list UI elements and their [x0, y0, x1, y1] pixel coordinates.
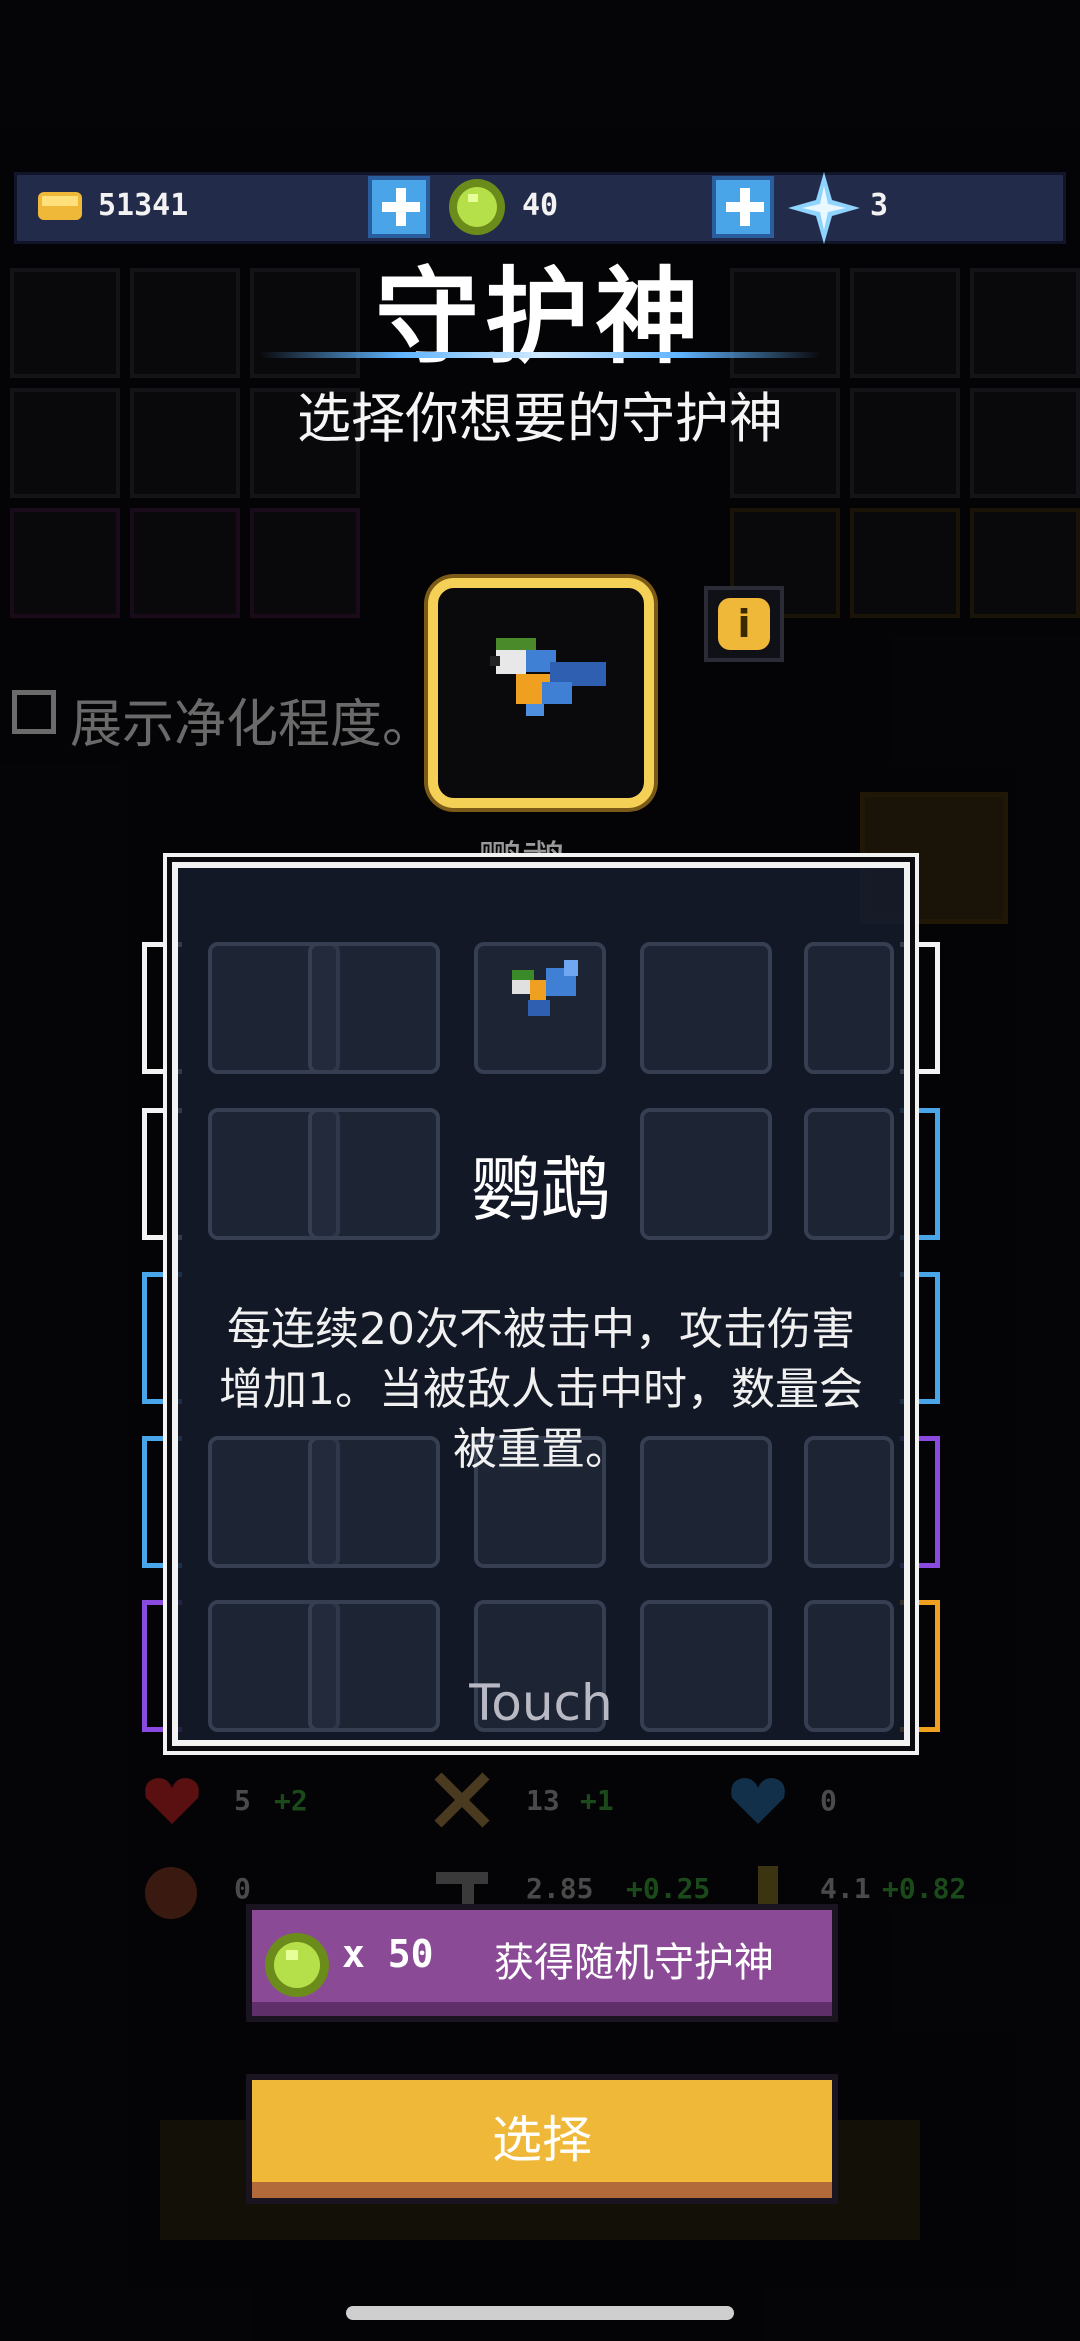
random-cost-label: x 50 — [342, 1932, 434, 1976]
page-title: 守护神 — [374, 256, 705, 378]
page-subtitle: 选择你想要的守护神 — [297, 387, 783, 450]
show-purify-checkbox[interactable] — [12, 690, 56, 734]
stat-health-value: 5 — [234, 1784, 251, 1817]
coin-count: 51341 — [98, 188, 189, 223]
pet-info-button[interactable]: i — [704, 586, 784, 662]
modal-pet-description: 每连续20次不被击中，攻击伤害增加1。当被敌人击中时，数量会被重置。 — [219, 1304, 863, 1475]
home-indicator[interactable] — [346, 2306, 734, 2320]
stat-health-bonus: +2 — [274, 1784, 308, 1817]
choose-button-label: 选择 — [492, 2111, 592, 2169]
random-guardian-label: 获得随机守护神 — [494, 1940, 774, 1986]
pet-slot — [308, 942, 440, 1074]
show-purify-label: 展示净化程度。 — [70, 695, 435, 755]
parrot-small-icon — [512, 960, 578, 1016]
selected-pet-name: 鹦鹉 — [478, 826, 566, 856]
touch-hint: Touch — [469, 1674, 613, 1732]
add-coins-button[interactable] — [368, 176, 430, 238]
swords-icon — [434, 1772, 490, 1828]
add-gems-button[interactable] — [712, 176, 774, 238]
stat-armor-value: 0 — [820, 1784, 837, 1817]
shield-icon — [145, 1867, 197, 1919]
modal-pet-name: 鹦鹉 — [471, 1149, 611, 1231]
pet-slot — [640, 942, 772, 1074]
stat-crit-bonus: +0.82 — [882, 1872, 967, 1905]
title-underline — [260, 352, 820, 358]
gem-icon — [449, 179, 505, 235]
stat-speed-value: 2.85 — [526, 1872, 594, 1905]
stat-attack-value: 13 — [526, 1784, 560, 1817]
stat-speed-bonus: +0.25 — [626, 1872, 711, 1905]
stat-attack-bonus: +1 — [580, 1784, 614, 1817]
armor-heart-icon — [731, 1778, 785, 1824]
stat-crit-value: 4.1 — [820, 1872, 871, 1905]
heart-icon — [145, 1778, 199, 1824]
gem-cost-icon — [265, 1933, 329, 1997]
stat-shield-value: 0 — [234, 1872, 251, 1905]
crystal-count: 3 — [870, 188, 889, 223]
pet-slot — [804, 942, 894, 1074]
parrot-icon — [490, 638, 606, 716]
gem-count: 40 — [522, 188, 559, 223]
coin-icon — [38, 192, 82, 220]
info-icon: i — [718, 598, 770, 650]
